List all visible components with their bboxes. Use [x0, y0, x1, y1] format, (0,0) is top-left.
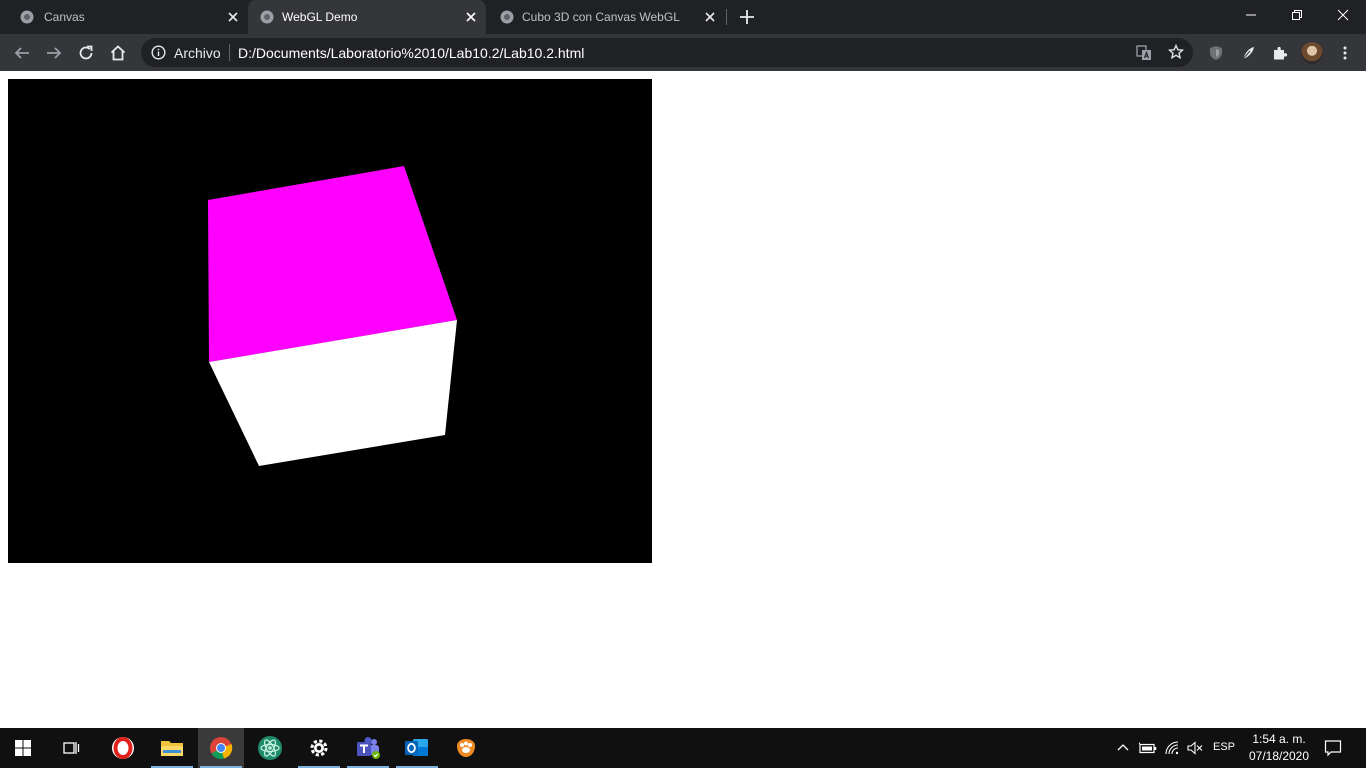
page-content	[0, 71, 1366, 728]
restore-icon	[1292, 10, 1302, 20]
tab-strip: Canvas WebGL Demo Cubo 3D con Canvas Web…	[0, 0, 1366, 34]
tab-cubo-3d[interactable]: Cubo 3D con Canvas WebGL	[488, 0, 726, 34]
globe-icon	[500, 10, 514, 24]
puzzle-icon	[1274, 46, 1288, 60]
close-icon[interactable]	[226, 10, 240, 24]
volume-button[interactable]	[1184, 728, 1206, 768]
network-button[interactable]	[1162, 728, 1184, 768]
show-hidden-icons-button[interactable]	[1113, 728, 1133, 768]
profile-avatar[interactable]	[1301, 42, 1323, 64]
globe-icon	[20, 10, 34, 24]
close-window-button[interactable]	[1320, 0, 1366, 30]
close-icon[interactable]	[703, 10, 717, 24]
taskbar-teams[interactable]	[345, 728, 391, 768]
tab-webgl-demo[interactable]: WebGL Demo	[248, 0, 486, 34]
star-icon[interactable]	[1168, 44, 1184, 60]
speaker-muted-icon	[1187, 741, 1203, 755]
info-icon[interactable]	[151, 45, 166, 60]
close-icon[interactable]	[464, 10, 478, 24]
close-icon	[1337, 9, 1349, 21]
outlook-icon	[405, 739, 428, 756]
url-text[interactable]: D:/Documents/Laboratorio%2010/Lab10.2/La…	[238, 45, 584, 61]
minimize-button[interactable]	[1228, 0, 1274, 30]
address-bar[interactable]: Archivo D:/Documents/Laboratorio%2010/La…	[141, 38, 1193, 67]
taskbar-orange-app[interactable]	[443, 728, 489, 768]
reload-icon	[79, 45, 93, 60]
home-icon	[110, 45, 126, 61]
task-view-icon	[63, 742, 80, 754]
clock-date: 07/18/2020	[1248, 749, 1310, 763]
notification-icon	[1324, 740, 1342, 757]
wifi-icon	[1165, 741, 1179, 755]
shield-icon	[1210, 46, 1222, 60]
reload-button[interactable]	[76, 43, 96, 63]
chevron-up-icon	[1117, 744, 1129, 751]
translate-icon[interactable]	[1136, 45, 1152, 61]
taskbar-atom[interactable]	[247, 728, 293, 768]
taskbar-outlook[interactable]	[394, 728, 440, 768]
extensions-button[interactable]	[1270, 43, 1290, 63]
taskbar-file-explorer[interactable]	[149, 728, 195, 768]
notifications-button[interactable]	[1320, 728, 1346, 768]
tab-separator	[726, 9, 727, 25]
battery-button[interactable]	[1137, 728, 1159, 768]
browser-toolbar: Archivo D:/Documents/Laboratorio%2010/La…	[0, 34, 1366, 71]
input-language-indicator[interactable]: ESP	[1213, 741, 1235, 753]
taskbar-opera[interactable]	[100, 728, 146, 768]
security-label: Archivo	[174, 45, 221, 61]
clock-time: 1:54 a. m.	[1252, 732, 1306, 746]
back-button[interactable]	[12, 43, 32, 63]
opera-icon	[112, 737, 134, 759]
chrome-icon	[210, 737, 233, 760]
windows-taskbar: ESP 1:54 a. m. 07/18/2020	[0, 728, 1366, 768]
omnibox-divider	[229, 44, 230, 61]
home-button[interactable]	[108, 43, 128, 63]
new-tab-icon[interactable]	[738, 8, 756, 26]
atom-icon	[258, 736, 282, 760]
tab-title: WebGL Demo	[282, 10, 358, 24]
taskbar-chrome[interactable]	[198, 728, 244, 768]
arrow-right-icon	[47, 47, 62, 59]
tab-canvas[interactable]: Canvas	[8, 0, 246, 34]
orange-paw-icon	[457, 739, 475, 757]
tab-title: Canvas	[44, 10, 85, 24]
menu-button[interactable]	[1335, 43, 1355, 63]
restore-button[interactable]	[1274, 0, 1320, 30]
battery-icon	[1139, 742, 1157, 754]
feather-icon	[1242, 47, 1254, 60]
arrow-left-icon	[14, 47, 29, 59]
extension-feather-button[interactable]	[1238, 43, 1258, 63]
extension-shield-button[interactable]	[1206, 43, 1226, 63]
taskbar-clock[interactable]: 1:54 a. m. 07/18/2020	[1240, 731, 1318, 765]
start-button[interactable]	[0, 728, 46, 768]
taskbar-settings[interactable]	[296, 728, 342, 768]
windows-logo-icon	[15, 740, 31, 756]
tab-title: Cubo 3D con Canvas WebGL	[522, 10, 680, 24]
kebab-menu-icon	[1343, 46, 1347, 60]
webgl-canvas[interactable]	[8, 79, 652, 563]
minimize-icon	[1246, 14, 1256, 16]
forward-button[interactable]	[44, 43, 64, 63]
teams-icon	[357, 737, 380, 759]
task-view-button[interactable]	[48, 728, 94, 768]
folder-icon	[161, 741, 183, 756]
gear-icon	[310, 739, 328, 757]
globe-icon	[260, 10, 274, 24]
